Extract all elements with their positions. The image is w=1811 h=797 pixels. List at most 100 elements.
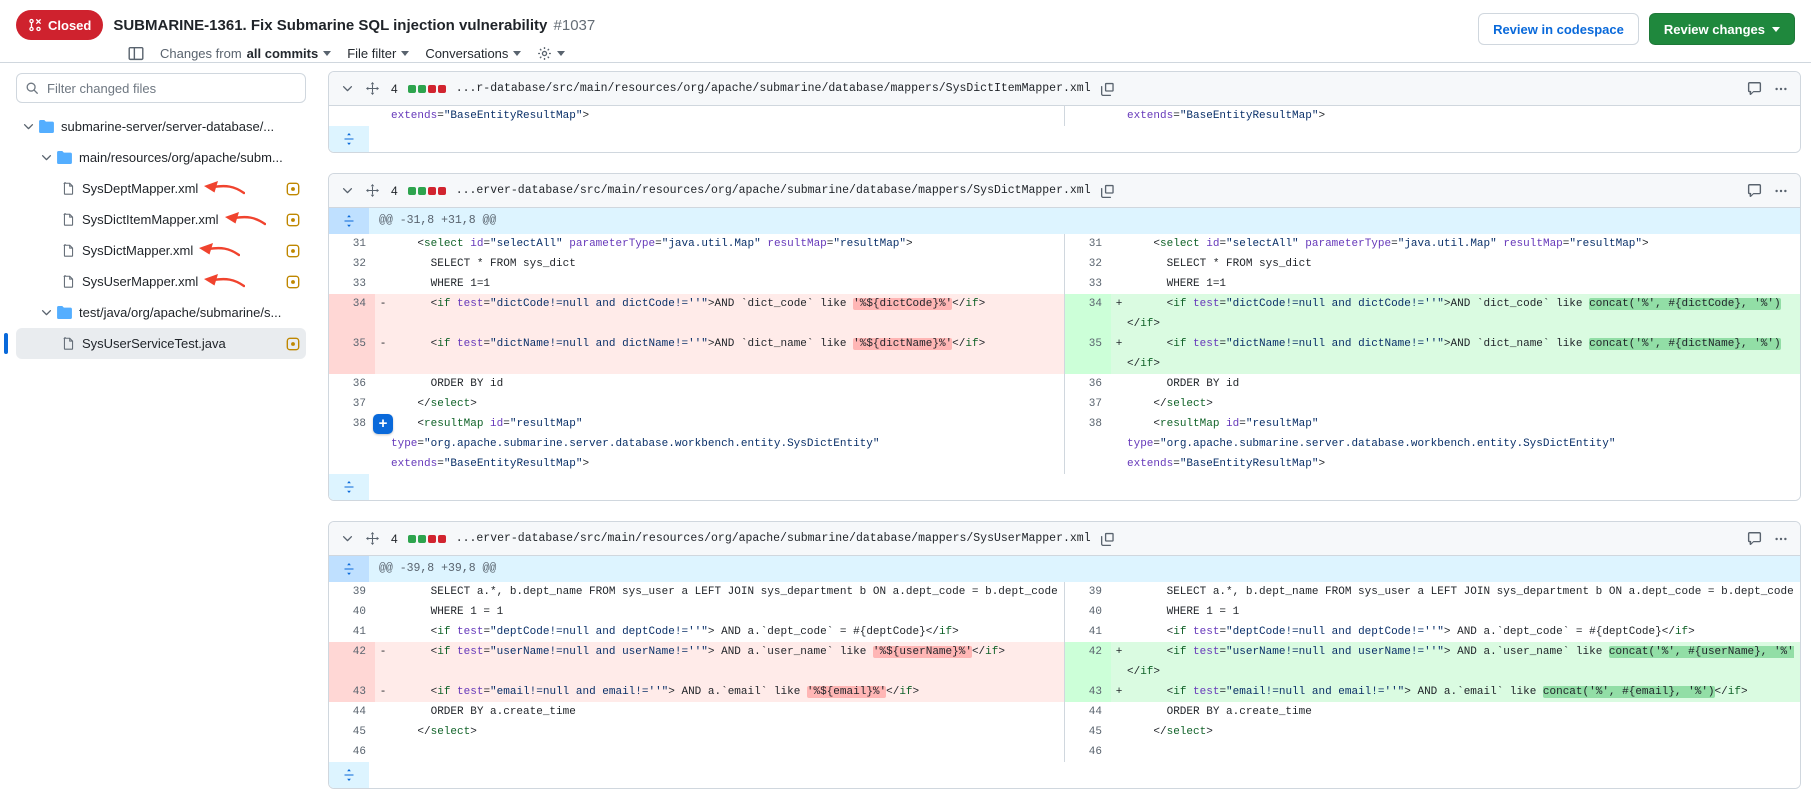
drag-handle-icon[interactable]: [364, 182, 381, 199]
line-number[interactable]: 39: [1065, 582, 1111, 602]
diff-settings-dropdown[interactable]: [537, 46, 565, 61]
diff-marker: +: [1111, 642, 1127, 682]
file-menu-button[interactable]: [1772, 530, 1790, 548]
line-number[interactable]: 35: [1065, 334, 1111, 374]
code-line: ORDER BY a.create_time: [391, 702, 1064, 722]
line-number[interactable]: 33: [329, 274, 375, 294]
diff-marker: [1111, 254, 1127, 274]
code-line: SELECT a.*, b.dept_name FROM sys_user a …: [391, 582, 1064, 602]
diff-marker: [375, 254, 391, 274]
file-tree-sidebar: submarine-server/server-database/...main…: [0, 63, 318, 797]
diff-cell-r: 46: [1064, 742, 1800, 762]
line-number[interactable]: 31: [1065, 234, 1111, 254]
drag-handle-icon[interactable]: [364, 530, 381, 547]
commits-scope: all commits: [247, 46, 319, 61]
line-number[interactable]: 37: [1065, 394, 1111, 414]
line-number[interactable]: 37: [329, 394, 375, 414]
sidebar-file-item[interactable]: SysDictMapper.xml: [16, 235, 306, 266]
line-number[interactable]: 45: [329, 722, 375, 742]
diff-cell-l: 36 ORDER BY id: [329, 374, 1064, 394]
line-number[interactable]: 33: [1065, 274, 1111, 294]
diff-body: @@ -31,8 +31,8 @@31 <select id="selectAl…: [329, 208, 1800, 500]
chevron-down-icon: [323, 51, 331, 56]
line-number[interactable]: 34: [329, 294, 375, 334]
line-number[interactable]: 43: [1065, 682, 1111, 702]
diff-file-header: 4...erver-database/src/main/resources/or…: [329, 174, 1800, 208]
line-number[interactable]: [1065, 106, 1111, 126]
line-number[interactable]: 36: [329, 374, 375, 394]
copy-path-button[interactable]: [1099, 530, 1117, 548]
diffstat-block-add: [418, 535, 426, 543]
diff-cell-l: 40 WHERE 1 = 1: [329, 602, 1064, 622]
diff-cell-r: 43+ <if test="email!=null and email!=''"…: [1064, 682, 1800, 702]
conversations-dropdown[interactable]: Conversations: [425, 46, 521, 61]
file-icon: [62, 243, 75, 258]
diff-cell-l: 31 <select id="selectAll" parameterType=…: [329, 234, 1064, 254]
filter-files-input[interactable]: [16, 73, 306, 103]
review-in-codespace-button[interactable]: Review in codespace: [1478, 13, 1639, 45]
sidebar-folder-item[interactable]: test/java/org/apache/submarine/s...: [16, 297, 306, 328]
line-number[interactable]: 44: [329, 702, 375, 722]
diffstat-block-del: [428, 85, 436, 93]
page-title: SUBMARINE-1361. Fix Submarine SQL inject…: [113, 17, 595, 34]
line-number[interactable]: 45: [1065, 722, 1111, 742]
sidebar-file-item[interactable]: SysUserServiceTest.java: [16, 328, 306, 359]
expand-diff-button[interactable]: [329, 762, 369, 788]
comment-button[interactable]: [1745, 529, 1764, 548]
line-number[interactable]: 32: [1065, 254, 1111, 274]
expand-strip: [329, 474, 1800, 500]
diff-marker: [375, 234, 391, 254]
diff-cell-r: 44 ORDER BY a.create_time: [1064, 702, 1800, 722]
sidebar-file-item[interactable]: SysDeptMapper.xml: [16, 173, 306, 204]
expand-hunk-button[interactable]: [329, 208, 369, 234]
line-number[interactable]: 44: [1065, 702, 1111, 722]
line-number[interactable]: 32: [329, 254, 375, 274]
copy-path-button[interactable]: [1099, 182, 1117, 200]
line-number[interactable]: 46: [329, 742, 375, 762]
add-comment-button[interactable]: +: [373, 414, 393, 434]
sidebar-folder-item[interactable]: submarine-server/server-database/...: [16, 111, 306, 142]
expand-diff-button[interactable]: [329, 474, 369, 500]
sidebar-folder-item[interactable]: main/resources/org/apache/subm...: [16, 142, 306, 173]
diff-marker: [375, 622, 391, 642]
file-menu-button[interactable]: [1772, 182, 1790, 200]
drag-handle-icon[interactable]: [364, 80, 381, 97]
copy-path-button[interactable]: [1099, 80, 1117, 98]
changed-lines-count: 4: [391, 532, 398, 546]
sidebar-toggle-button[interactable]: [128, 46, 144, 61]
line-number[interactable]: 41: [329, 622, 375, 642]
line-number[interactable]: 38: [1065, 414, 1111, 474]
file-filter-dropdown[interactable]: File filter: [347, 46, 409, 61]
file-path: ...erver-database/src/main/resources/org…: [456, 184, 1091, 197]
line-number[interactable]: 42: [329, 642, 375, 682]
line-number[interactable]: 43: [329, 682, 375, 702]
line-number[interactable]: 40: [329, 602, 375, 622]
hunk-text: @@ -31,8 +31,8 @@: [369, 208, 496, 234]
line-number[interactable]: 39: [329, 582, 375, 602]
collapse-file-button[interactable]: [339, 182, 356, 199]
collapse-file-button[interactable]: [339, 80, 356, 97]
file-menu-button[interactable]: [1772, 80, 1790, 98]
sidebar-file-item[interactable]: SysUserMapper.xml: [16, 266, 306, 297]
line-number[interactable]: 40: [1065, 602, 1111, 622]
hunk-text: @@ -39,8 +39,8 @@: [369, 556, 496, 582]
review-changes-button[interactable]: Review changes: [1649, 13, 1795, 45]
line-number[interactable]: 46: [1065, 742, 1111, 762]
changes-from-dropdown[interactable]: Changes from all commits: [160, 46, 331, 61]
line-number[interactable]: 38: [329, 414, 375, 474]
line-number[interactable]: [329, 106, 375, 126]
comment-button[interactable]: [1745, 79, 1764, 98]
line-number[interactable]: 34: [1065, 294, 1111, 334]
comment-button[interactable]: [1745, 181, 1764, 200]
expand-hunk-button[interactable]: [329, 556, 369, 582]
diff-cell-r: 33 WHERE 1=1: [1064, 274, 1800, 294]
diff-marker: [1111, 742, 1127, 762]
line-number[interactable]: 42: [1065, 642, 1111, 682]
expand-diff-button[interactable]: [329, 126, 369, 152]
sidebar-file-item[interactable]: SysDictItemMapper.xml: [16, 204, 306, 235]
line-number[interactable]: 36: [1065, 374, 1111, 394]
collapse-file-button[interactable]: [339, 530, 356, 547]
line-number[interactable]: 41: [1065, 622, 1111, 642]
line-number[interactable]: 31: [329, 234, 375, 254]
line-number[interactable]: 35: [329, 334, 375, 374]
